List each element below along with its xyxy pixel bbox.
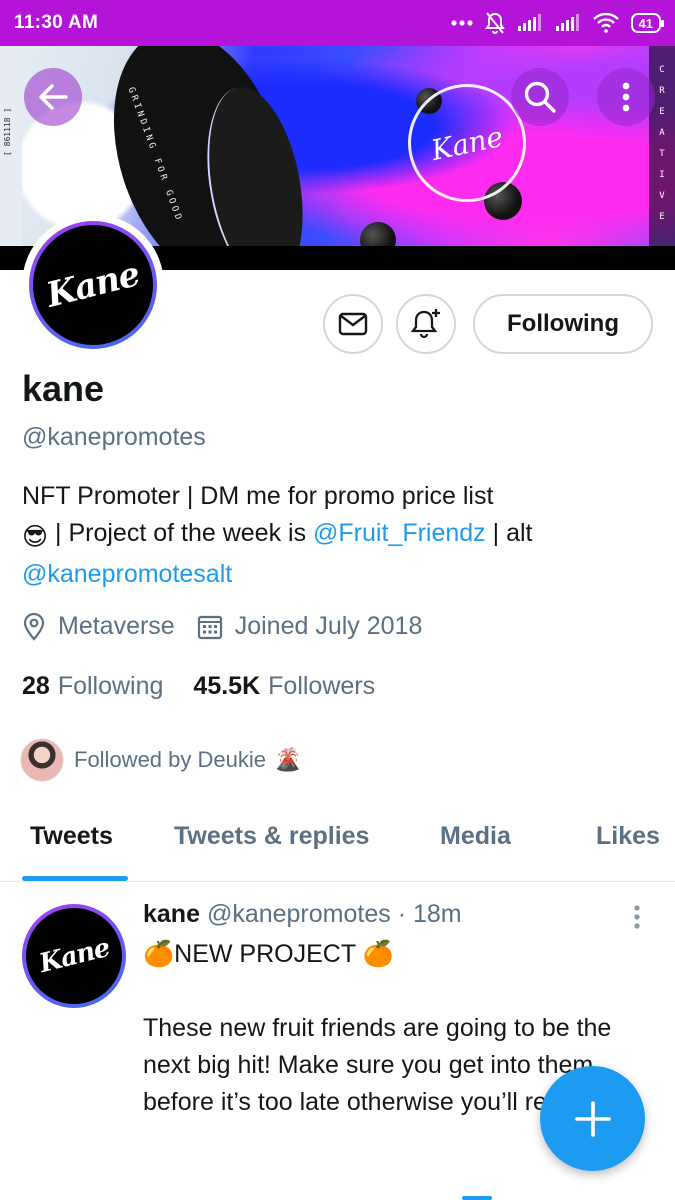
tweet-author-handle: @kanepromotes bbox=[206, 900, 391, 928]
join-date: Joined July 2018 bbox=[197, 612, 423, 641]
back-button[interactable] bbox=[24, 68, 82, 126]
wifi-icon bbox=[592, 13, 619, 33]
following-count: 28 bbox=[22, 672, 50, 700]
tweet-media-peek bbox=[462, 1196, 492, 1200]
followers-count: 45.5K bbox=[193, 672, 261, 700]
banner-ball bbox=[360, 222, 396, 246]
followed-by-text: Followed by Deukie bbox=[74, 747, 266, 772]
tweet-title: NEW PROJECT bbox=[174, 940, 356, 968]
signal-icon-2 bbox=[555, 14, 581, 32]
mention-link[interactable]: @Fruit_Friendz bbox=[313, 519, 486, 547]
joined-text: Joined July 2018 bbox=[234, 612, 423, 640]
battery-icon: 41 bbox=[630, 13, 665, 33]
location-text: Metaverse bbox=[58, 612, 175, 640]
search-icon bbox=[524, 81, 556, 113]
mail-icon bbox=[338, 312, 368, 336]
banner-logo-signature: Kane bbox=[428, 119, 506, 167]
profile-meta: Metaverse Joined July 2018 bbox=[22, 612, 444, 641]
profile-handle: @kanepromotes bbox=[22, 423, 206, 451]
more-dots-icon bbox=[450, 20, 473, 26]
sunglasses-emoji: 😎 bbox=[22, 523, 49, 551]
location: Metaverse bbox=[22, 612, 175, 641]
following-label: Following bbox=[57, 672, 164, 700]
followers-count-link[interactable]: 45.5K Followers bbox=[193, 672, 375, 701]
calendar-icon bbox=[197, 615, 222, 639]
follow-counts: 28 Following 45.5K Followers bbox=[22, 672, 405, 701]
mention-link[interactable]: @kanepromotesalt bbox=[22, 560, 232, 588]
tweet-avatar[interactable]: Kane bbox=[22, 904, 126, 1008]
notifications-button[interactable] bbox=[396, 294, 456, 354]
orange-emoji: 🍊 bbox=[362, 940, 394, 968]
avatar-signature: Kane bbox=[42, 254, 144, 316]
tweet-time: · 18m bbox=[397, 900, 462, 928]
tweet-avatar-signature: Kane bbox=[35, 932, 113, 980]
more-options-button[interactable] bbox=[597, 68, 655, 126]
profile-avatar[interactable]: Kane bbox=[22, 214, 164, 356]
bio-line-1: NFT Promoter | DM me for promo price lis… bbox=[22, 482, 494, 510]
profile-tabs: Tweets Tweets & replies Media Likes bbox=[0, 812, 675, 882]
status-bar: 11:30 AM 41 bbox=[0, 0, 675, 46]
bio-text: | alt bbox=[492, 519, 533, 547]
compose-tweet-button[interactable] bbox=[540, 1066, 645, 1171]
mute-bell-icon bbox=[484, 12, 505, 34]
back-arrow-icon bbox=[39, 84, 68, 110]
vertical-dots-icon bbox=[634, 905, 640, 929]
vertical-dots-icon bbox=[622, 82, 630, 112]
tweet-title-line: 🍊NEW PROJECT 🍊 bbox=[143, 936, 643, 973]
volcano-emoji: 🌋 bbox=[273, 747, 302, 772]
banner-vertical-text: CREATIVE bbox=[659, 65, 665, 222]
location-pin-icon bbox=[23, 612, 45, 641]
followers-label: Followers bbox=[268, 672, 376, 700]
followed-by[interactable]: Followed by Deukie 🌋 bbox=[20, 738, 301, 782]
message-button[interactable] bbox=[323, 294, 383, 354]
tab-media[interactable]: Media bbox=[440, 822, 511, 851]
banner-logo-ring: Kane bbox=[408, 84, 526, 202]
tab-tweets-replies[interactable]: Tweets & replies bbox=[174, 822, 369, 851]
tab-likes[interactable]: Likes bbox=[596, 822, 660, 851]
status-icons: 41 bbox=[450, 12, 665, 34]
orange-emoji: 🍊 bbox=[143, 940, 175, 968]
tweet-more-button[interactable] bbox=[630, 904, 644, 932]
bell-plus-icon bbox=[410, 309, 440, 339]
tweet-author-name[interactable]: kane bbox=[143, 900, 200, 928]
banner-side-code: [ 861118 ] bbox=[3, 107, 12, 156]
plus-icon bbox=[574, 1100, 611, 1137]
signal-icon bbox=[517, 14, 543, 32]
follower-avatar bbox=[20, 738, 64, 782]
profile-bio: NFT Promoter | DM me for promo price lis… bbox=[22, 478, 642, 593]
active-tab-indicator bbox=[22, 876, 128, 881]
tab-tweets[interactable]: Tweets bbox=[30, 822, 113, 851]
following-count-link[interactable]: 28 Following bbox=[22, 672, 163, 701]
search-button[interactable] bbox=[511, 68, 569, 126]
tweet-header: kane @kanepromotes · 18m bbox=[143, 900, 462, 929]
display-name: kane bbox=[22, 368, 105, 409]
status-time: 11:30 AM bbox=[14, 12, 99, 33]
bio-text: | Project of the week is bbox=[55, 519, 307, 547]
following-button[interactable]: Following bbox=[473, 294, 653, 354]
